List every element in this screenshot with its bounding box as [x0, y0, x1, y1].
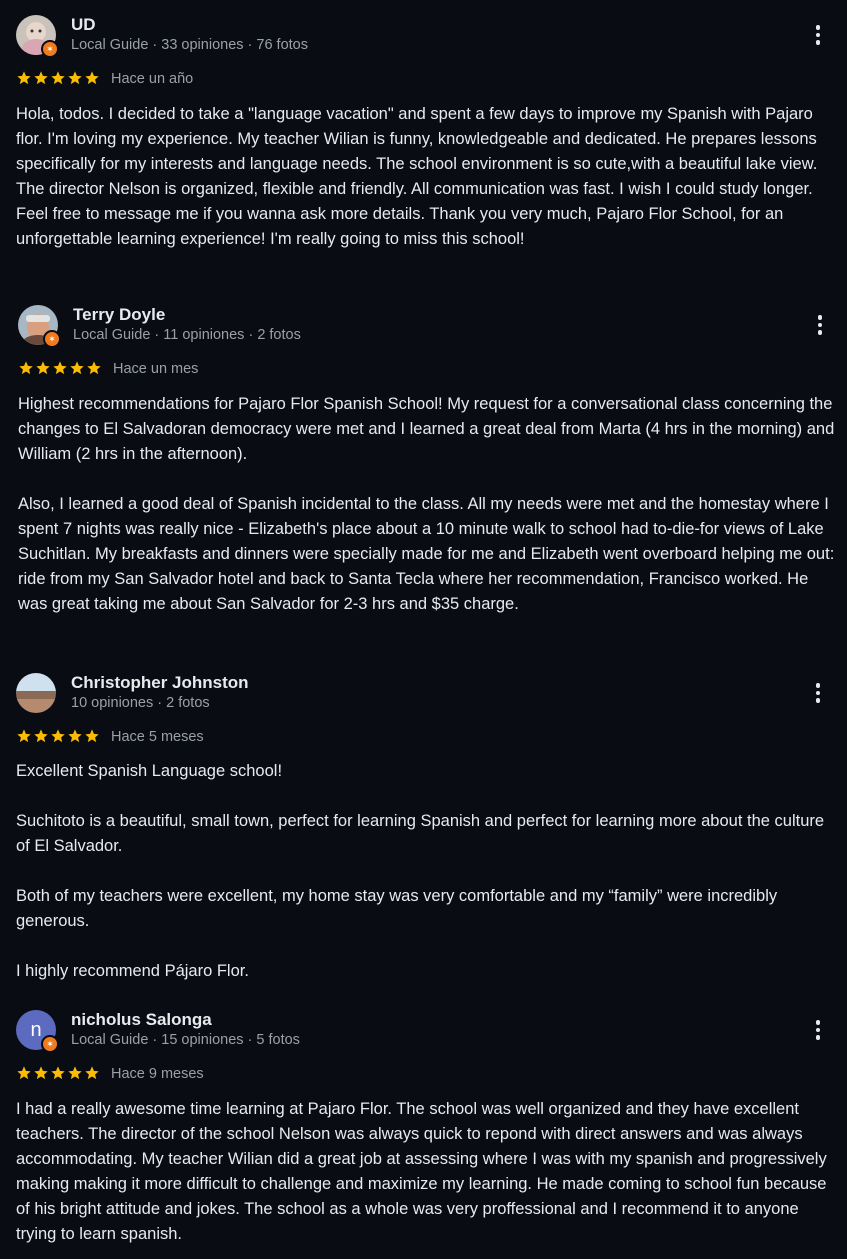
star-icon: [17, 1066, 31, 1080]
more-options-button[interactable]: [806, 21, 830, 49]
star-icon: [85, 729, 99, 743]
more-options-button[interactable]: [806, 679, 830, 707]
reviewer-name[interactable]: nicholus Salonga: [71, 1010, 212, 1030]
star-icon: [51, 71, 65, 85]
star-icon: [51, 729, 65, 743]
reviewer-meta: Local Guide · 33 opiniones · 76 fotos: [71, 37, 308, 53]
more-options-button[interactable]: [806, 1016, 830, 1044]
local-guide-badge-icon: ✶: [41, 40, 59, 58]
avatar[interactable]: ✶: [18, 305, 61, 348]
reviewer-meta: Local Guide · 11 opiniones · 2 fotos: [73, 327, 301, 343]
review-text: Hola, todos. I decided to take a "langua…: [16, 105, 818, 248]
review-time: Hace un mes: [113, 361, 199, 377]
star-rating: [18, 360, 102, 376]
star-icon: [34, 1066, 48, 1080]
reviewer-meta: 10 opiniones · 2 fotos: [71, 695, 210, 711]
reviewer-meta: Local Guide · 15 opiniones · 5 fotos: [71, 1032, 300, 1048]
star-icon: [68, 1066, 82, 1080]
star-icon: [19, 361, 33, 375]
local-guide-badge-icon: ✶: [43, 330, 61, 348]
review-text: Excellent Spanish Language school! Suchi…: [16, 762, 825, 980]
avatar[interactable]: n ✶: [16, 1010, 59, 1053]
star-icon: [70, 361, 84, 375]
star-icon: [51, 1066, 65, 1080]
star-icon: [17, 71, 31, 85]
star-icon: [85, 1066, 99, 1080]
star-icon: [34, 729, 48, 743]
avatar[interactable]: [16, 673, 56, 713]
local-guide-badge-icon: ✶: [41, 1035, 59, 1053]
review-time: Hace 5 meses: [111, 729, 204, 745]
review-time: Hace un año: [111, 71, 194, 87]
reviewer-name[interactable]: UD: [71, 15, 96, 35]
review-text: Highest recommendations for Pajaro Flor …: [18, 395, 835, 613]
avatar[interactable]: ✶: [16, 15, 59, 58]
reviewer-name[interactable]: Terry Doyle: [73, 305, 165, 325]
star-icon: [85, 71, 99, 85]
star-icon: [53, 361, 67, 375]
review-text: I had a really awesome time learning at …: [16, 1100, 827, 1243]
star-rating: [16, 1065, 100, 1081]
star-icon: [68, 71, 82, 85]
avatar-photo: [16, 673, 56, 713]
review-time: Hace 9 meses: [111, 1066, 204, 1082]
star-icon: [34, 71, 48, 85]
star-icon: [36, 361, 50, 375]
more-options-button[interactable]: [808, 311, 832, 339]
star-rating: [16, 70, 100, 86]
star-icon: [17, 729, 31, 743]
star-icon: [68, 729, 82, 743]
star-rating: [16, 728, 100, 744]
reviewer-name[interactable]: Christopher Johnston: [71, 673, 249, 693]
star-icon: [87, 361, 101, 375]
